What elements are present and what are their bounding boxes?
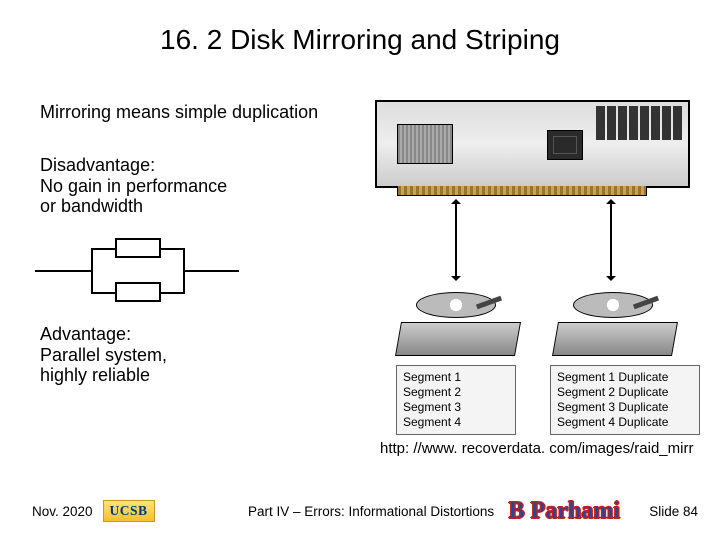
footer-slide-number: Slide 84	[649, 504, 698, 519]
disadvantage-line2: or bandwidth	[40, 196, 227, 217]
mirroring-definition: Mirroring means simple duplication	[40, 102, 318, 123]
segment-row: Segment 2	[403, 385, 509, 400]
ucsb-logo: UCSB	[103, 500, 155, 522]
advantage-line2: highly reliable	[40, 365, 167, 386]
parallel-block-diagram	[35, 236, 235, 306]
disadvantage-heading: Disadvantage:	[40, 155, 227, 176]
disk-drive-1	[398, 286, 518, 356]
advantage-heading: Advantage:	[40, 324, 167, 345]
segment-row: Segment 1 Duplicate	[557, 370, 693, 385]
slide-footer: Nov. 2020 UCSB Part IV – Errors: Informa…	[0, 500, 720, 522]
segments-duplicate: Segment 1 Duplicate Segment 2 Duplicate …	[550, 365, 700, 435]
disk-drive-2	[555, 286, 675, 356]
segment-row: Segment 2 Duplicate	[557, 385, 693, 400]
segment-row: Segment 3 Duplicate	[557, 400, 693, 415]
disadvantage-block: Disadvantage: No gain in performance or …	[40, 155, 227, 217]
intel-chip-icon	[547, 130, 583, 160]
image-source-url: http: //www. recoverdata. com/images/rai…	[380, 440, 693, 457]
footer-author: B Parhami	[509, 498, 620, 525]
arrow-card-to-disk2	[610, 200, 612, 280]
slide-title: 16. 2 Disk Mirroring and Striping	[0, 24, 720, 56]
segment-row: Segment 4	[403, 415, 509, 430]
disadvantage-line1: No gain in performance	[40, 176, 227, 197]
footer-date: Nov. 2020	[32, 504, 93, 519]
advantage-block: Advantage: Parallel system, highly relia…	[40, 324, 167, 386]
raid-controller-card	[375, 100, 690, 188]
segments-original: Segment 1 Segment 2 Segment 3 Segment 4	[396, 365, 516, 435]
footer-part: Part IV – Errors: Informational Distorti…	[248, 504, 494, 519]
segment-row: Segment 4 Duplicate	[557, 415, 693, 430]
arrow-card-to-disk1	[455, 200, 457, 280]
segment-row: Segment 3	[403, 400, 509, 415]
segment-row: Segment 1	[403, 370, 509, 385]
advantage-line1: Parallel system,	[40, 345, 167, 366]
